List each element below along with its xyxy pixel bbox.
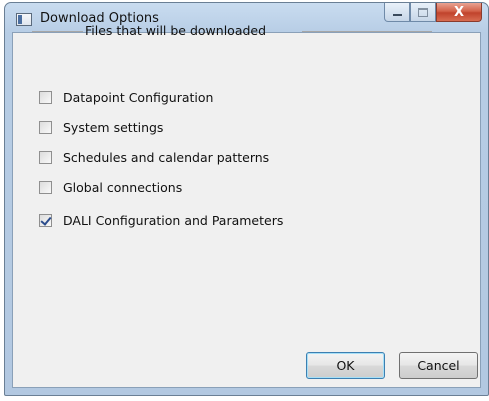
checkbox[interactable] xyxy=(39,90,52,104)
close-button[interactable]: X xyxy=(436,3,482,22)
app-icon xyxy=(16,13,32,26)
option-label: Global connections xyxy=(63,179,183,195)
option-label: Datapoint Configuration xyxy=(63,89,214,105)
close-icon: X xyxy=(453,4,465,20)
option-label: Schedules and calendar patterns xyxy=(63,149,270,165)
option-system-settings[interactable]: System settings xyxy=(39,119,163,135)
group-label: Files that will be downloaded xyxy=(85,23,267,38)
cancel-button[interactable]: Cancel xyxy=(399,352,478,379)
maximize-button[interactable] xyxy=(410,3,436,22)
option-datapoint-configuration[interactable]: Datapoint Configuration xyxy=(39,89,213,105)
checkbox-checked[interactable] xyxy=(39,213,52,227)
option-global-connections[interactable]: Global connections xyxy=(39,179,182,195)
checkbox[interactable] xyxy=(39,150,52,164)
group-divider-left xyxy=(32,31,83,32)
minimize-icon xyxy=(392,14,402,16)
dialog-client-area xyxy=(12,32,481,388)
checkbox[interactable] xyxy=(39,180,52,194)
ok-button[interactable]: OK xyxy=(306,352,385,379)
checkbox[interactable] xyxy=(39,120,52,134)
option-schedules-calendar[interactable]: Schedules and calendar patterns xyxy=(39,149,269,165)
option-label: System settings xyxy=(63,119,164,135)
group-divider-right xyxy=(302,31,432,32)
minimize-button[interactable] xyxy=(384,3,410,22)
option-dali-configuration[interactable]: DALI Configuration and Parameters xyxy=(39,212,283,228)
option-label: DALI Configuration and Parameters xyxy=(63,212,284,228)
maximize-icon xyxy=(418,7,428,17)
caption-buttons: X xyxy=(384,3,482,24)
